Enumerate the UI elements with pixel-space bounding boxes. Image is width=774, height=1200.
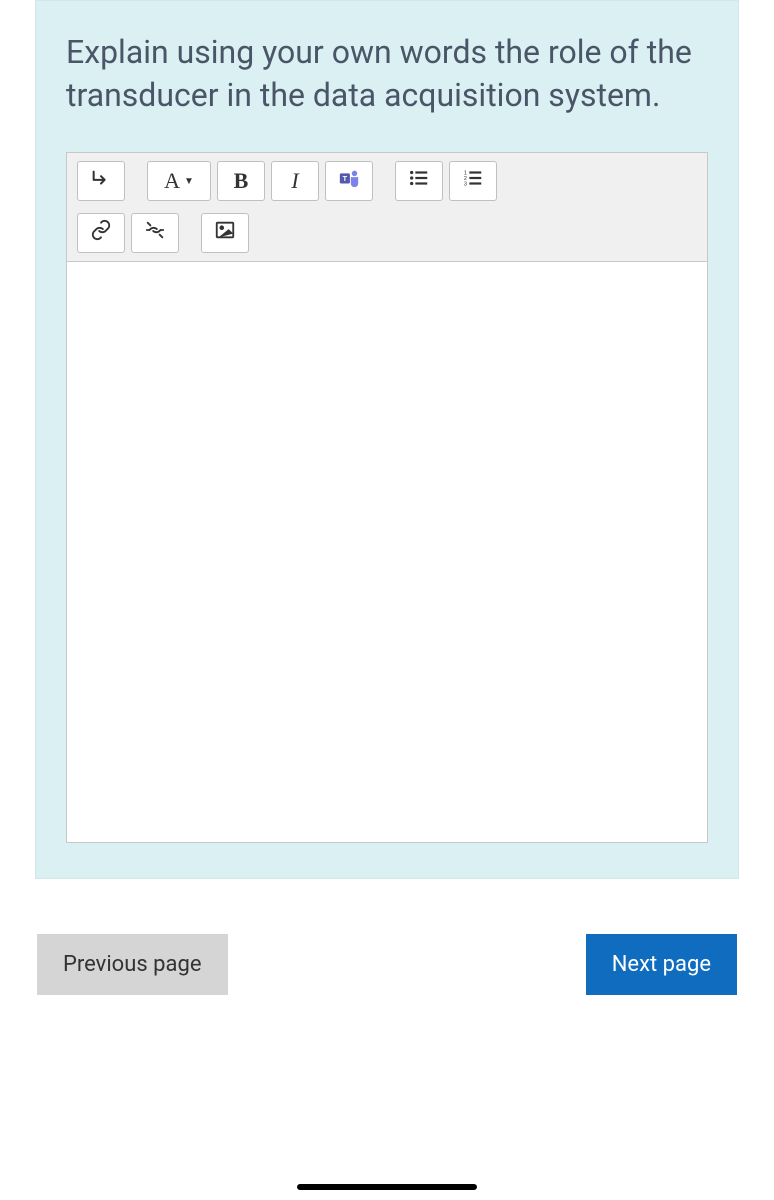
editor-content-area[interactable] bbox=[67, 262, 707, 842]
italic-label: I bbox=[291, 168, 298, 194]
link-icon bbox=[90, 219, 112, 247]
unlink-button[interactable] bbox=[131, 213, 179, 253]
teams-button[interactable]: T bbox=[325, 161, 373, 201]
unlink-icon bbox=[144, 219, 166, 247]
nav-buttons: Previous page Next page bbox=[35, 934, 739, 995]
image-icon bbox=[214, 219, 236, 247]
numbered-list-icon: 1 2 3 bbox=[462, 167, 484, 195]
question-card: Explain using your own words the role of… bbox=[35, 0, 739, 879]
editor-toolbar: A ▼ B I T bbox=[67, 153, 707, 262]
caret-down-icon: ▼ bbox=[184, 176, 194, 187]
font-style-dropdown[interactable]: A ▼ bbox=[147, 161, 211, 201]
svg-text:3: 3 bbox=[464, 182, 467, 188]
bold-button[interactable]: B bbox=[217, 161, 265, 201]
image-button[interactable] bbox=[201, 213, 249, 253]
font-label: A bbox=[164, 168, 180, 194]
editor-container: A ▼ B I T bbox=[66, 152, 708, 843]
toolbar-toggle-button[interactable] bbox=[77, 161, 125, 201]
next-page-button[interactable]: Next page bbox=[586, 934, 737, 995]
italic-button[interactable]: I bbox=[271, 161, 319, 201]
bullet-list-icon bbox=[408, 167, 430, 195]
numbered-list-button[interactable]: 1 2 3 bbox=[449, 161, 497, 201]
page-container: Explain using your own words the role of… bbox=[0, 0, 774, 995]
bullet-list-button[interactable] bbox=[395, 161, 443, 201]
teams-icon: T bbox=[338, 167, 360, 195]
home-indicator bbox=[297, 1184, 477, 1190]
link-button[interactable] bbox=[77, 213, 125, 253]
toggle-arrow-icon bbox=[90, 167, 112, 195]
previous-page-button[interactable]: Previous page bbox=[37, 934, 228, 995]
question-text: Explain using your own words the role of… bbox=[66, 31, 708, 117]
bold-label: B bbox=[234, 168, 249, 194]
svg-text:T: T bbox=[343, 175, 348, 184]
